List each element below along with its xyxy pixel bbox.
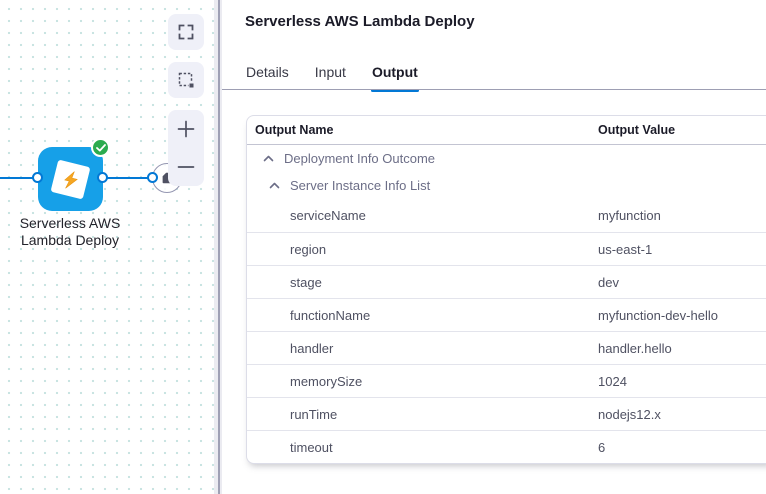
table-row: timeout 6 <box>247 430 766 463</box>
output-value: dev <box>598 275 766 290</box>
check-icon <box>96 144 106 152</box>
column-header-output-name: Output Name <box>247 123 598 137</box>
table-row: functionName myfunction-dev-hello <box>247 298 766 331</box>
fullscreen-icon <box>178 24 194 40</box>
marquee-select-icon <box>178 72 195 89</box>
plus-icon <box>176 119 196 139</box>
output-value: myfunction-dev-hello <box>598 308 766 323</box>
output-value: 6 <box>598 440 766 455</box>
step-details-panel: Serverless AWS Lambda Deploy Details Inp… <box>222 0 766 494</box>
group-label: Server Instance Info List <box>290 178 430 193</box>
success-badge <box>91 138 110 157</box>
output-name: stage <box>247 275 598 290</box>
output-value: myfunction <box>598 208 766 223</box>
output-name: runTime <box>247 407 598 422</box>
column-header-output-value: Output Value <box>598 123 766 137</box>
lightning-bolt-icon <box>57 166 84 193</box>
table-row: handler handler.hello <box>247 331 766 364</box>
output-name: serviceName <box>247 208 598 223</box>
table-row: serviceName myfunction <box>247 199 766 232</box>
table-row: memorySize 1024 <box>247 364 766 397</box>
panel-splitter[interactable] <box>214 0 222 494</box>
tab-output[interactable]: Output <box>371 55 419 89</box>
zoom-in-button[interactable] <box>168 110 204 148</box>
pipeline-studio: Serverless AWS Lambda Deploy <box>0 0 766 494</box>
lambda-diamond <box>50 159 90 199</box>
tabs-divider <box>222 89 766 90</box>
output-name: handler <box>247 341 598 356</box>
group-label: Deployment Info Outcome <box>284 151 435 166</box>
tab-details[interactable]: Details <box>245 55 290 89</box>
group-row-server-instance-info-list[interactable]: Server Instance Info List <box>247 172 766 199</box>
group-row-deployment-info-outcome[interactable]: Deployment Info Outcome <box>247 145 766 172</box>
output-value: us-east-1 <box>598 242 766 257</box>
table-header-row: Output Name Output Value <box>247 116 766 145</box>
fullscreen-button[interactable] <box>168 14 204 50</box>
zoom-controls <box>168 110 204 186</box>
zoom-out-button[interactable] <box>168 148 204 186</box>
step-node-serverless-lambda-deploy[interactable] <box>38 147 103 211</box>
output-name: memorySize <box>247 374 598 389</box>
output-value: 1024 <box>598 374 766 389</box>
document-node-port[interactable] <box>147 172 158 183</box>
output-value: handler.hello <box>598 341 766 356</box>
panel-tabs: Details Input Output <box>245 55 443 89</box>
chevron-up-icon[interactable] <box>269 182 280 189</box>
node-port-right[interactable] <box>97 172 108 183</box>
pipeline-canvas[interactable]: Serverless AWS Lambda Deploy <box>0 0 214 494</box>
output-value: nodejs12.x <box>598 407 766 422</box>
splitter-line <box>218 0 220 494</box>
chevron-up-icon[interactable] <box>263 155 274 162</box>
table-row: region us-east-1 <box>247 232 766 265</box>
table-row: runTime nodejs12.x <box>247 397 766 430</box>
table-row: stage dev <box>247 265 766 298</box>
output-table: Output Name Output Value Deployment Info… <box>246 115 766 464</box>
node-port-left[interactable] <box>32 172 43 183</box>
minus-icon <box>176 157 196 177</box>
output-name: functionName <box>247 308 598 323</box>
panel-title: Serverless AWS Lambda Deploy <box>245 13 475 30</box>
output-name: region <box>247 242 598 257</box>
tab-input[interactable]: Input <box>314 55 347 89</box>
output-name: timeout <box>247 440 598 455</box>
step-node-label: Serverless AWS Lambda Deploy <box>0 215 140 249</box>
marquee-select-button[interactable] <box>168 62 204 98</box>
